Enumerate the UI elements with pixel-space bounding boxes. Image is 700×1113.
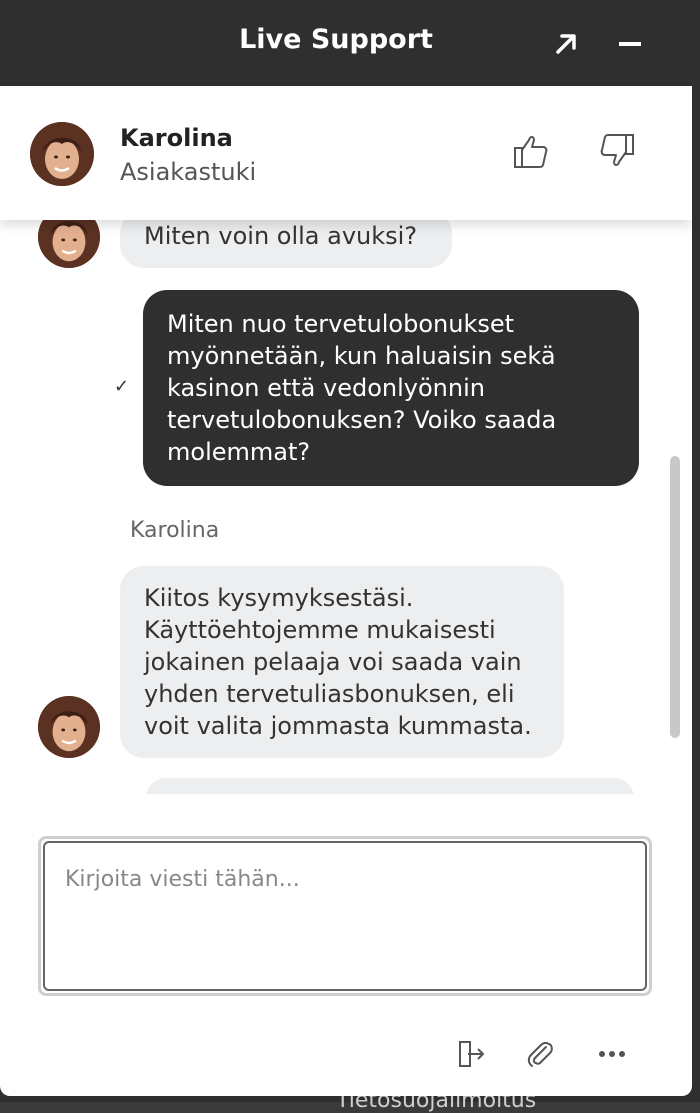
paperclip-icon — [527, 1041, 553, 1067]
agent-message-bubble-partial — [146, 778, 634, 794]
message-line: molemmat? — [167, 438, 311, 466]
thumbs-down-icon — [600, 134, 634, 166]
exit-chat-icon — [459, 1041, 484, 1067]
rate-negative-button[interactable] — [592, 126, 642, 176]
minimize-icon — [619, 42, 641, 46]
live-support-widget: Live Support Karolina Asiakastuki Miten … — [0, 0, 692, 1096]
more-dots-icon — [599, 1051, 625, 1057]
message-line: Kiitos kysymyksestäsi. — [144, 584, 414, 612]
message-avatar — [38, 220, 100, 268]
expand-arrow-icon — [556, 34, 576, 54]
agent-role: Asiakastuki — [120, 158, 257, 186]
message-line: myönnetään, kun haluaisin sekä — [167, 342, 556, 370]
agent-name: Karolina — [120, 124, 233, 152]
message-line: Käyttöehtojemme mukaisesti — [144, 616, 496, 644]
chat-scrollbar[interactable] — [670, 456, 680, 738]
message-line: kasinon että vedonlyönnin — [167, 374, 485, 402]
agent-header: Karolina Asiakastuki — [0, 86, 692, 220]
agent-message-bubble: Miten voin olla avuksi? — [120, 220, 452, 268]
message-line: tervetulobonuksen? Voiko saada — [167, 406, 557, 434]
rate-positive-button[interactable] — [506, 126, 556, 176]
more-options-button[interactable] — [592, 1034, 632, 1074]
message-line: yhden tervetuliasbonuksen, eli — [144, 680, 515, 708]
user-message-bubble: Miten nuo tervetulobonukset myönnetään, … — [143, 290, 639, 486]
message-composer[interactable] — [38, 836, 652, 996]
message-sent-check: ✓ — [114, 376, 130, 397]
title-bar: Live Support — [0, 0, 692, 86]
agent-message-bubble: Kiitos kysymyksestäsi. Käyttöehtojemme m… — [120, 566, 564, 758]
message-line: voit valita jommasta kummasta. — [144, 712, 532, 740]
message-line: Miten nuo tervetulobonukset — [167, 310, 515, 338]
message-line: jokainen pelaaja voi saada vain — [144, 648, 522, 676]
message-text: Miten voin olla avuksi? — [144, 222, 418, 250]
expand-button[interactable] — [544, 22, 588, 66]
message-input[interactable] — [65, 867, 625, 977]
attach-file-button[interactable] — [520, 1034, 560, 1074]
agent-avatar — [30, 122, 94, 186]
minimize-button[interactable] — [608, 22, 652, 66]
end-chat-button[interactable] — [450, 1034, 490, 1074]
thumbs-up-icon — [514, 136, 548, 168]
chat-transcript[interactable]: Miten voin olla avuksi? ✓ Miten nuo terv… — [0, 220, 692, 794]
message-avatar — [38, 696, 100, 758]
sender-name: Karolina — [130, 518, 220, 543]
